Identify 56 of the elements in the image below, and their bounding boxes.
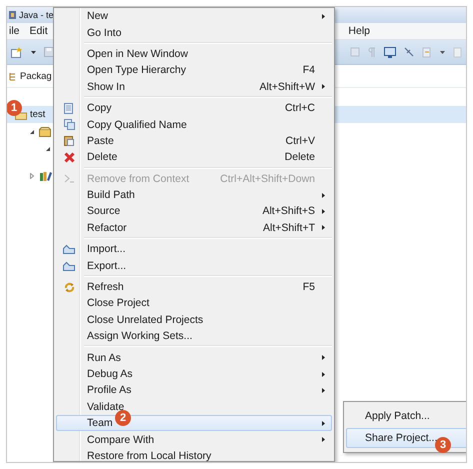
submenu-arrow-icon	[322, 437, 324, 442]
menu-item[interactable]: Go Into	[56, 24, 332, 41]
submenu-arrow-icon	[322, 14, 324, 19]
menu-item[interactable]: Export...	[56, 257, 332, 274]
menu-item[interactable]: Close Unrelated Projects	[56, 312, 332, 328]
new-file-icon[interactable]	[11, 46, 23, 58]
submenu-arrow-icon	[322, 388, 324, 393]
submenu-arrow-icon	[322, 192, 324, 198]
collapsed-triangle-icon[interactable]	[29, 172, 35, 178]
menu-item[interactable]: Help	[348, 25, 370, 37]
menu-item[interactable]: Assign Working Sets...	[56, 328, 332, 344]
refresh-icon	[64, 282, 74, 293]
menu-item[interactable]: Run As	[56, 349, 332, 366]
monitor-icon[interactable]	[384, 46, 396, 58]
save-icon[interactable]	[44, 47, 54, 57]
submenu-arrow-icon	[322, 372, 324, 376]
menu-item[interactable]: Source Alt+Shift+S	[56, 203, 332, 220]
library-icon	[39, 170, 52, 180]
view-tab[interactable]: Packag	[20, 70, 52, 82]
menu-item[interactable]: Profile As	[56, 382, 332, 399]
window-title: Java - te	[19, 10, 54, 20]
menu-item[interactable]: Close Project	[56, 295, 332, 312]
menu-item[interactable]: Open Type Hierarchy F4	[56, 62, 332, 79]
package-icon	[39, 126, 51, 136]
caret-icon[interactable]	[440, 50, 445, 54]
copy-icon	[64, 119, 74, 130]
submenu-arrow-icon	[322, 225, 324, 230]
menu-item[interactable]: Build Path	[56, 186, 332, 204]
menu-item[interactable]: Copy Qualified Name	[56, 116, 332, 133]
paste-icon	[64, 135, 74, 146]
menu-item[interactable]: Refactor Alt+Shift+T	[56, 220, 332, 236]
delete-icon	[64, 152, 74, 163]
menu-item[interactable]: Debug As	[56, 366, 332, 382]
menu-item[interactable]: Edit	[30, 25, 48, 37]
menu-item[interactable]: Restore from Local History	[56, 448, 332, 462]
submenu-arrow-icon	[322, 208, 324, 214]
toolbar-icon[interactable]	[422, 46, 432, 58]
menu-item[interactable]: Copy Ctrl+C	[56, 100, 332, 116]
menu-item[interactable]: New	[56, 8, 332, 24]
expanded-triangle-icon[interactable]	[29, 128, 35, 134]
menu-item[interactable]: Refresh F5	[56, 278, 332, 296]
submenu-arrow-icon	[322, 84, 324, 90]
caret-icon[interactable]	[31, 50, 36, 54]
submenu-arrow-icon	[322, 355, 324, 360]
submenu-arrow-icon	[322, 420, 324, 426]
menu-item[interactable]: Paste Ctrl+V	[56, 132, 332, 150]
menu-item[interactable]: Apply Patch...	[346, 406, 466, 426]
menu-item[interactable]: ile	[9, 25, 20, 37]
menu-item[interactable]: Compare With	[56, 431, 332, 448]
expanded-triangle-icon[interactable]	[45, 146, 51, 152]
menu-item[interactable]: Import...	[56, 241, 332, 258]
package-explorer-icon	[9, 72, 17, 80]
menu-item[interactable]: Show In Alt+Shift+W	[56, 78, 332, 95]
menu-item[interactable]: Delete Delete	[56, 149, 332, 166]
copy-icon	[64, 102, 74, 114]
app-icon	[8, 10, 17, 20]
